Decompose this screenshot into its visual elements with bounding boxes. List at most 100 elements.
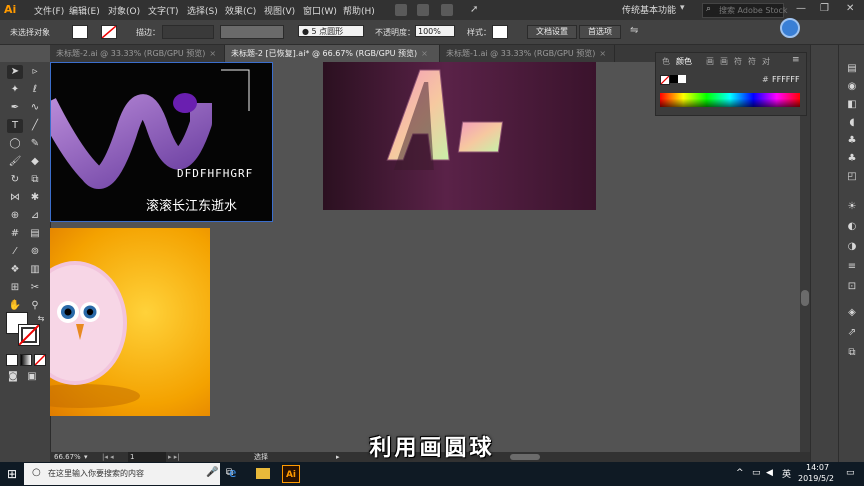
arrange-icon[interactable]: ⇋: [630, 25, 638, 36]
close-icon[interactable]: ×: [209, 49, 216, 58]
illustrator-taskbar-icon[interactable]: Ai: [282, 465, 300, 483]
symbol-sprayer-icon[interactable]: ❖: [7, 263, 23, 277]
none-swatch-icon[interactable]: [660, 75, 670, 85]
artboard-orange[interactable]: [50, 228, 210, 416]
opacity-input[interactable]: 100%: [415, 25, 455, 37]
menu-file[interactable]: 文件(F): [34, 4, 64, 17]
symbols-icon[interactable]: ♣: [845, 135, 859, 147]
volume-icon[interactable]: ◀: [766, 468, 773, 478]
taskbar-search-input[interactable]: ○ 在这里输入你要搜索的内容 🎤: [24, 463, 220, 485]
tab-symbols[interactable]: 符: [734, 56, 742, 67]
maximize-button[interactable]: ❐: [820, 3, 829, 14]
stroke-weight-field[interactable]: [162, 25, 214, 39]
tab-align[interactable]: 对: [762, 56, 770, 67]
zoom-tool-icon[interactable]: ⚲: [27, 299, 43, 313]
stock-icon[interactable]: [417, 4, 429, 16]
ime-indicator[interactable]: 英: [782, 467, 791, 480]
gradient-icon[interactable]: ◑: [845, 241, 859, 253]
scale-tool-icon[interactable]: ⧉: [27, 173, 43, 187]
zoom-level[interactable]: 66.67%: [54, 452, 81, 462]
chevron-down-icon[interactable]: ▾: [680, 3, 685, 13]
properties-icon[interactable]: ▤: [845, 63, 859, 75]
brush-dropdown[interactable]: ● 5 点圆形: [298, 25, 364, 37]
transparency-icon[interactable]: ◐: [845, 221, 859, 233]
send-icon[interactable]: ➚: [470, 4, 482, 16]
vertical-scrollbar-thumb[interactable]: [801, 290, 809, 306]
page-number-field[interactable]: 1: [128, 452, 166, 462]
artboard-black[interactable]: DFDFHFHGRF 滚滚长江东逝水: [50, 62, 273, 222]
layers-icon[interactable]: ◈: [845, 307, 859, 319]
menu-effect[interactable]: 效果(C): [225, 4, 256, 17]
stroke-icon[interactable]: ≡: [845, 261, 859, 273]
file-explorer-icon[interactable]: [256, 468, 270, 479]
eyedropper-icon[interactable]: ⁄: [7, 245, 23, 259]
tab-symbol-sets[interactable]: 符: [748, 56, 756, 67]
edge-browser-icon[interactable]: e: [229, 466, 243, 480]
curvature-tool-icon[interactable]: ∿: [27, 101, 43, 115]
tab-artboards[interactable]: 画: [720, 56, 728, 67]
white-swatch[interactable]: [678, 75, 686, 83]
minimize-button[interactable]: —: [796, 3, 806, 14]
hand-tool-icon[interactable]: ✋: [7, 299, 23, 313]
stroke-swatch[interactable]: [101, 25, 117, 39]
first-page-icon[interactable]: |◂ ◂: [102, 452, 114, 462]
vertical-scrollbar[interactable]: [800, 62, 810, 452]
style-swatch[interactable]: [492, 25, 508, 39]
avatar[interactable]: [780, 18, 800, 38]
swatches-icon[interactable]: ◧: [845, 99, 859, 111]
color-spectrum[interactable]: [660, 93, 800, 107]
draw-mode-icon[interactable]: ◙: [5, 370, 21, 384]
screen-mode-icon[interactable]: ▣: [24, 370, 40, 384]
libraries-icon[interactable]: ⧉: [845, 347, 859, 359]
ellipse-tool-icon[interactable]: ◯: [7, 137, 23, 151]
stroke-color-swatch[interactable]: [18, 324, 40, 346]
notification-icon[interactable]: ▭: [846, 468, 855, 478]
graph-tool-icon[interactable]: ▥: [27, 263, 43, 277]
black-swatch[interactable]: [670, 75, 678, 83]
next-page-icon[interactable]: ▸ ▸|: [168, 452, 180, 462]
menu-object[interactable]: 对象(O): [108, 4, 140, 17]
arrange-docs-icon[interactable]: [441, 4, 453, 16]
tab-color[interactable]: 颜色: [676, 56, 692, 67]
color-mode-icon[interactable]: [6, 354, 18, 366]
panel-menu-icon[interactable]: ≡: [792, 55, 800, 65]
windows-start-icon[interactable]: ⊞: [0, 462, 24, 486]
transform-icon[interactable]: ⊡: [845, 281, 859, 293]
swap-icon[interactable]: ⇆: [33, 312, 49, 326]
chevron-down-icon[interactable]: ▾: [84, 452, 88, 462]
network-icon[interactable]: ▭: [752, 468, 761, 478]
artboard-tool-icon[interactable]: ⊞: [7, 281, 23, 295]
menu-help[interactable]: 帮助(H): [343, 4, 375, 17]
perspective-grid-icon[interactable]: ⊿: [27, 209, 43, 223]
width-tool-icon[interactable]: ⋈: [7, 191, 23, 205]
variable-width-field[interactable]: [220, 25, 284, 39]
menu-type[interactable]: 文字(T): [148, 4, 179, 17]
export-icon[interactable]: ⇗: [845, 327, 859, 339]
close-icon[interactable]: ×: [599, 49, 606, 58]
menu-view[interactable]: 视图(V): [264, 4, 295, 17]
appearance-icon[interactable]: ☀: [845, 201, 859, 213]
pen-tool-icon[interactable]: ✒: [7, 101, 23, 115]
tab-untitled-1[interactable]: 未标题-1.ai @ 33.33% (RGB/GPU 预览) ×: [440, 45, 615, 62]
tab-untitled-2[interactable]: 未标题-2.ai @ 33.33% (RGB/GPU 预览) ×: [50, 45, 225, 62]
type-tool-icon[interactable]: T: [7, 119, 23, 133]
gradient-tool-icon[interactable]: ▤: [27, 227, 43, 241]
color-guide-icon[interactable]: ◉: [845, 81, 859, 93]
tab-brushes[interactable]: 画: [706, 56, 714, 67]
brush-tool-icon[interactable]: 🖌: [7, 155, 23, 169]
line-tool-icon[interactable]: ╱: [27, 119, 43, 133]
rotate-tool-icon[interactable]: ↻: [7, 173, 23, 187]
slice-tool-icon[interactable]: ✂: [27, 281, 43, 295]
blend-tool-icon[interactable]: ⊚: [27, 245, 43, 259]
artboards-icon[interactable]: ◰: [845, 171, 859, 183]
none-mode-icon[interactable]: [34, 354, 46, 366]
mesh-tool-icon[interactable]: #: [7, 227, 23, 241]
hex-value[interactable]: FFFFFF: [772, 75, 800, 84]
puppet-warp-icon[interactable]: ✱: [27, 191, 43, 205]
magic-wand-icon[interactable]: ✦: [7, 83, 23, 97]
color-panel-tab[interactable]: 色: [662, 56, 670, 67]
selection-tool-icon[interactable]: ➤: [7, 65, 23, 79]
fill-swatch[interactable]: [72, 25, 88, 39]
gradient-mode-icon[interactable]: [20, 354, 32, 366]
brushes-icon[interactable]: ◖: [845, 117, 859, 129]
